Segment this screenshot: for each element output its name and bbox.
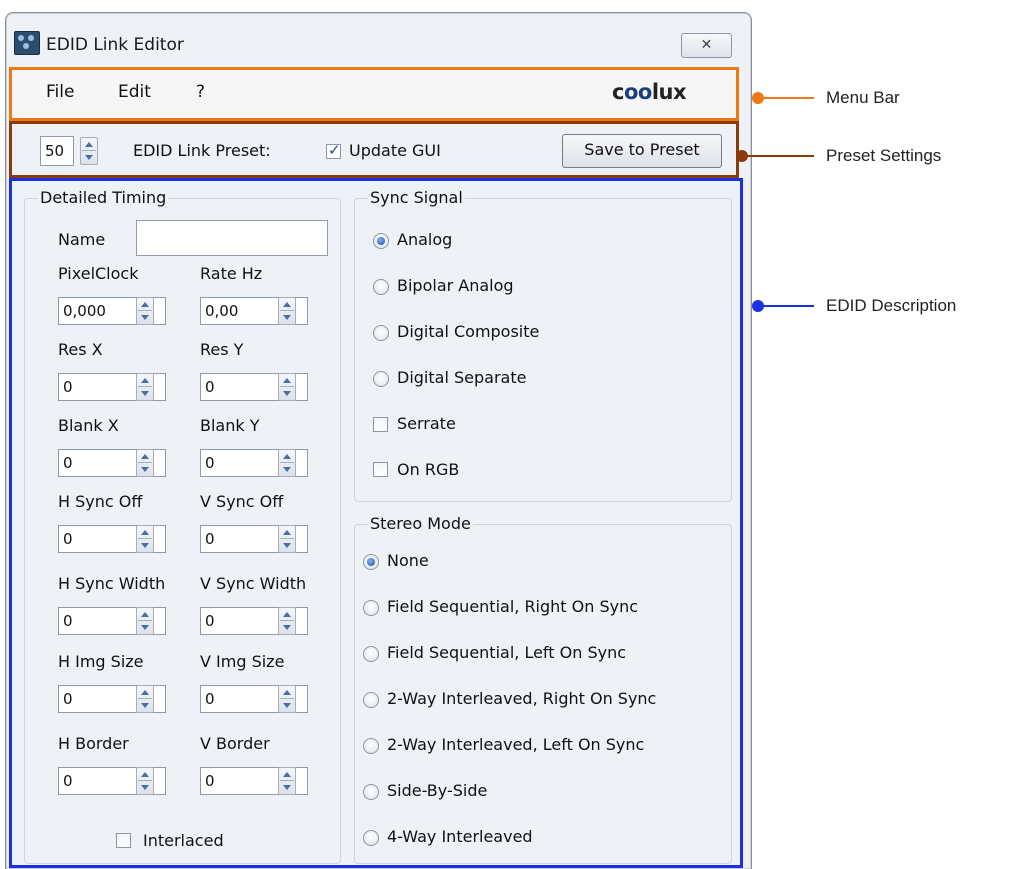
- stereo-mode-title: Stereo Mode: [368, 514, 473, 533]
- blank-x-label: Blank X: [58, 416, 119, 435]
- stereo-radio-field-sequential-left-on-sync[interactable]: [363, 646, 379, 662]
- blank-y-label: Blank Y: [200, 416, 260, 435]
- h-sync-width-label: H Sync Width: [58, 574, 166, 593]
- res-y-spinner[interactable]: [278, 373, 296, 401]
- close-button[interactable]: ✕: [681, 33, 732, 58]
- interlaced-label: Interlaced: [143, 831, 224, 850]
- on-rgb-checkbox[interactable]: [373, 462, 388, 477]
- menu-bar-annotation-line: [760, 97, 814, 99]
- stereo-radio-2-way-interleaved-right-on-sync[interactable]: [363, 692, 379, 708]
- v-sync-off-label: V Sync Off: [200, 492, 284, 511]
- menu-edit[interactable]: Edit: [112, 80, 157, 104]
- preset-label: EDID Link Preset:: [133, 141, 271, 160]
- sync-signal-title: Sync Signal: [368, 188, 465, 207]
- edid-description-annotation: EDID Description: [826, 296, 957, 315]
- sync-radio-bipolar-analog[interactable]: [373, 279, 389, 295]
- stereo-radio-field-sequential-right-on-sync[interactable]: [363, 600, 379, 616]
- sync-label-bipolar-analog: Bipolar Analog: [397, 276, 514, 295]
- stereo-label-side-by-side: Side-By-Side: [387, 781, 488, 800]
- menu-help[interactable]: ?: [190, 80, 211, 104]
- v-sync-width-label: V Sync Width: [200, 574, 307, 593]
- rate-hz-spinner[interactable]: [278, 297, 296, 325]
- pixelclock-spinner[interactable]: [136, 297, 154, 325]
- serrate-label: Serrate: [397, 414, 456, 433]
- edid-description-annotation-line: [760, 305, 814, 307]
- sync-label-analog: Analog: [397, 230, 453, 249]
- preset-number-input[interactable]: 50: [40, 136, 74, 166]
- h-border-label: H Border: [58, 734, 129, 753]
- menu-bar-annotation: Menu Bar: [826, 88, 900, 107]
- v-img-size-spinner[interactable]: [278, 685, 296, 713]
- stereo-label-field-sequential-left-on-sync: Field Sequential, Left On Sync: [387, 643, 627, 662]
- v-border-label: V Border: [200, 734, 270, 753]
- v-border-spinner[interactable]: [278, 767, 296, 795]
- sync-radio-digital-composite[interactable]: [373, 325, 389, 341]
- stereo-radio-2-way-interleaved-left-on-sync[interactable]: [363, 738, 379, 754]
- close-icon: ✕: [700, 37, 713, 53]
- window-title: EDID Link Editor: [46, 35, 184, 55]
- coolux-logo: coolux: [612, 80, 687, 104]
- serrate-checkbox[interactable]: [373, 417, 388, 432]
- save-to-preset-button[interactable]: Save to Preset: [562, 134, 722, 168]
- h-sync-off-spinner[interactable]: [136, 525, 154, 553]
- stereo-label-4-way-interleaved: 4-Way Interleaved: [387, 827, 533, 846]
- stereo-radio-side-by-side[interactable]: [363, 784, 379, 800]
- stereo-radio-none[interactable]: [363, 554, 379, 570]
- h-border-spinner[interactable]: [136, 767, 154, 795]
- res-x-spinner[interactable]: [136, 373, 154, 401]
- update-gui-label: Update GUI: [349, 141, 441, 160]
- blank-y-spinner[interactable]: [278, 449, 296, 477]
- sync-radio-analog[interactable]: [373, 233, 389, 249]
- h-img-size-label: H Img Size: [58, 652, 144, 671]
- menu-file[interactable]: File: [40, 80, 80, 104]
- stereo-radio-4-way-interleaved[interactable]: [363, 830, 379, 846]
- res-y-label: Res Y: [200, 340, 244, 359]
- v-img-size-label: V Img Size: [200, 652, 285, 671]
- h-img-size-spinner[interactable]: [136, 685, 154, 713]
- preset-settings-annotation: Preset Settings: [826, 146, 942, 165]
- preset-number-spinner[interactable]: [80, 137, 98, 165]
- app-icon: [14, 31, 40, 55]
- sync-label-digital-composite: Digital Composite: [397, 322, 540, 341]
- on-rgb-label: On RGB: [397, 460, 460, 479]
- h-sync-width-spinner[interactable]: [136, 607, 154, 635]
- res-x-label: Res X: [58, 340, 103, 359]
- update-gui-checkbox[interactable]: [326, 141, 341, 159]
- stereo-label-2-way-interleaved-right-on-sync: 2-Way Interleaved, Right On Sync: [387, 689, 657, 708]
- detailed-timing-title: Detailed Timing: [38, 188, 169, 207]
- rate-hz-label: Rate Hz: [200, 264, 263, 283]
- name-input[interactable]: [136, 220, 328, 256]
- stereo-label-field-sequential-right-on-sync: Field Sequential, Right On Sync: [387, 597, 639, 616]
- stereo-label-none: None: [387, 551, 429, 570]
- interlaced-checkbox[interactable]: [116, 833, 131, 848]
- blank-x-spinner[interactable]: [136, 449, 154, 477]
- h-sync-off-label: H Sync Off: [58, 492, 143, 511]
- sync-radio-digital-separate[interactable]: [373, 371, 389, 387]
- pixelclock-label: PixelClock: [58, 264, 139, 283]
- v-sync-width-spinner[interactable]: [278, 607, 296, 635]
- stereo-label-2-way-interleaved-left-on-sync: 2-Way Interleaved, Left On Sync: [387, 735, 645, 754]
- preset-settings-annotation-line: [744, 155, 814, 157]
- sync-label-digital-separate: Digital Separate: [397, 368, 527, 387]
- v-sync-off-spinner[interactable]: [278, 525, 296, 553]
- name-label: Name: [58, 230, 106, 249]
